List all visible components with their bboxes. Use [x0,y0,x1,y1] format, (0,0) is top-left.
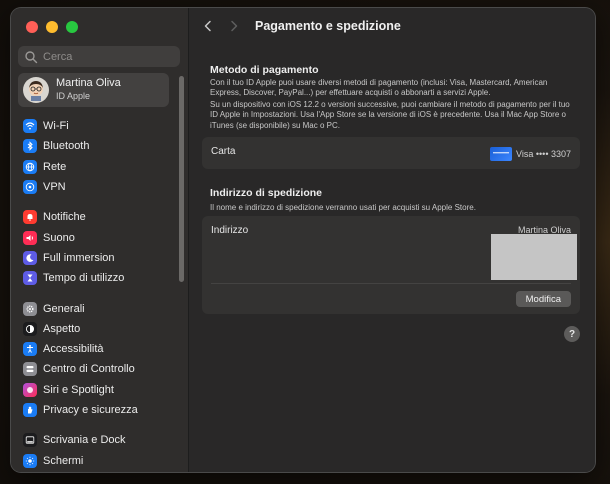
sidebar-item-notifiche[interactable]: Notifiche [23,207,173,227]
sidebar-item-label: Schermi [43,454,84,467]
sidebar-item-label: Suono [43,231,75,244]
sidebar-item-label: VPN [43,181,66,194]
sidebar-item-centro-di-controllo[interactable]: Centro di Controllo [23,359,173,379]
address-label: Indirizzo [211,225,249,236]
sidebar-item-aspetto[interactable]: Aspetto [23,319,173,339]
sun-icon [23,453,37,468]
sidebar-item-label: Scrivania e Dock [43,434,126,447]
sidebar-item-wifi[interactable]: Wi-Fi [23,116,173,136]
shipping-section-title: Indirizzo di spedizione [210,187,323,199]
chevron-right-icon [231,20,238,32]
sidebar-item-label: Rete [43,160,67,173]
sidebar-item-label: Accessibilità [43,343,104,356]
wifi-icon [23,119,37,134]
profile-subtitle: ID Apple [56,91,91,101]
sidebar-item-scrivania-e-dock[interactable]: Scrivania e Dock [23,430,173,450]
sidebar-item-label: Tempo di utilizzo [43,272,125,285]
gear-icon [23,301,37,316]
speaker-icon [23,230,37,245]
avatar [23,77,49,103]
control-center-icon [23,362,37,377]
edit-address-button[interactable]: Modifica [515,291,571,307]
sidebar-item-label: Siri e Spotlight [43,383,114,396]
minimize-button[interactable] [46,21,58,33]
card-info: Visa •••• 3307 [490,147,571,161]
credit-card-icon [490,147,513,161]
payment-desc-2: Su un dispositivo con iOS 12.2 o version… [210,100,570,130]
sidebar-group-system: Generali Aspetto Accessibilità Centro di… [23,298,173,420]
close-button[interactable] [26,21,38,33]
sidebar-group-network: Wi-Fi Bluetooth Rete VPN [23,116,173,197]
sidebar-item-label: Centro di Controllo [43,363,135,376]
vpn-icon [23,180,37,195]
sidebar-item-accessibilita[interactable]: Accessibilità [23,339,173,359]
sidebar-item-siri-e-spotlight[interactable]: Siri e Spotlight [23,380,173,400]
settings-window: Martina Oliva ID Apple Wi-Fi Bluetoot [11,8,595,472]
hourglass-icon [23,271,37,286]
sidebar-item-rete[interactable]: Rete [23,157,173,177]
sidebar-item-label: Privacy e sicurezza [43,404,138,416]
sidebar-item-label: Wi-Fi [43,120,69,133]
payment-card-row[interactable]: Carta Visa •••• 3307 [202,137,580,169]
siri-icon [23,382,37,397]
page-title: Pagamento e spedizione [255,19,401,33]
dock-icon [23,433,37,448]
accessibility-icon [23,342,37,357]
shipping-desc: Il nome e indirizzo di spedizione verran… [210,203,476,212]
toolbar: Pagamento e spedizione [189,8,595,44]
sidebar-item-full-immersion[interactable]: Full immersion [23,248,173,268]
appearance-icon [23,321,37,336]
moon-icon [23,250,37,265]
sidebar-group-focus: Notifiche Suono Full immersion Tempo di … [23,207,173,288]
sidebar: Martina Oliva ID Apple Wi-Fi Bluetoot [11,8,189,472]
help-button[interactable]: ? [564,326,580,342]
back-button[interactable] [201,19,215,33]
globe-icon [23,159,37,174]
sidebar-item-label: Generali [43,302,85,315]
divider [211,283,571,284]
search-input[interactable] [43,50,173,63]
sidebar-item-bluetooth[interactable]: Bluetooth [23,136,173,156]
sidebar-group-desktop: Scrivania e Dock Schermi [23,430,173,471]
window-controls [26,21,78,33]
chevron-left-icon [204,20,211,32]
bluetooth-icon [23,139,37,154]
sidebar-item-label: Bluetooth [43,140,90,153]
forward-button[interactable] [227,19,241,33]
hand-icon [23,403,37,417]
sidebar-item-vpn[interactable]: VPN [23,177,173,197]
payment-section-title: Metodo di pagamento [210,64,319,76]
sidebar-item-label: Aspetto [43,322,81,335]
sidebar-item-schermi[interactable]: Schermi [23,450,173,470]
main-content: Pagamento e spedizione Metodo di pagamen… [189,8,595,472]
card-value: Visa •••• 3307 [516,149,571,159]
sidebar-item-apple-id[interactable]: Martina Oliva ID Apple [18,73,169,107]
memoji-icon [29,81,43,101]
profile-name: Martina Oliva [56,77,121,89]
sidebar-item-label: Notifiche [43,211,86,224]
search-icon [25,50,38,63]
search-field[interactable] [18,46,180,67]
sidebar-item-tempo-di-utilizzo[interactable]: Tempo di utilizzo [23,268,173,288]
sidebar-item-generali[interactable]: Generali [23,298,173,318]
zoom-button[interactable] [66,21,78,33]
card-label: Carta [211,146,236,157]
sidebar-item-suono[interactable]: Suono [23,227,173,247]
sidebar-nav: Wi-Fi Bluetooth Rete VPN Notifiche Suono… [23,116,173,472]
shipping-address-card: Indirizzo Martina Oliva Modifica [202,216,580,314]
sidebar-item-privacy-e-sicurezza[interactable]: Privacy e sicurezza [23,400,173,420]
bell-icon [23,210,37,225]
sidebar-item-label: Full immersion [43,251,115,264]
redacted-address [491,234,577,280]
sidebar-scrollbar[interactable] [179,76,184,282]
payment-desc-1: Con il tuo ID Apple puoi usare diversi m… [210,78,548,98]
